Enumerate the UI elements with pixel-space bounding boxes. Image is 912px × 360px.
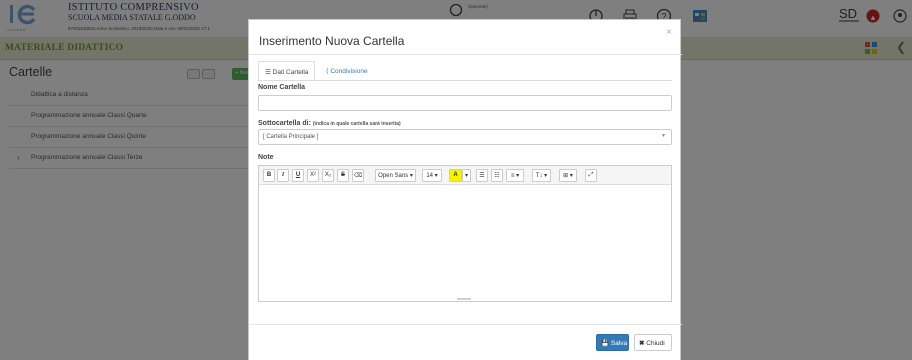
tabs-divider bbox=[258, 80, 672, 81]
editor-toolbar: B I U X² X₂ S ⌫ Open Sans ▾ 14 ▾ A ▾ ☰ ☷… bbox=[259, 166, 671, 185]
dialog-title: Inserimento Nuova Cartella bbox=[259, 34, 405, 48]
italic-button[interactable]: I bbox=[277, 169, 289, 182]
save-button[interactable]: 💾 Salva bbox=[596, 334, 629, 351]
paragraph-align-select[interactable]: ≡ ▾ bbox=[506, 169, 524, 182]
close-icon[interactable]: × bbox=[666, 27, 672, 38]
underline-button[interactable]: U bbox=[292, 169, 304, 182]
parent-hint: (indica in quale cartella sarà inserita) bbox=[312, 121, 401, 127]
tab-label: Condivisione bbox=[330, 68, 368, 75]
bold-button[interactable]: B bbox=[263, 169, 275, 182]
parent-folder-value: [ Cartella Principale ] bbox=[263, 134, 319, 140]
strikethrough-button[interactable]: S bbox=[337, 169, 349, 182]
tab-dati-cartella[interactable]: ☰ Dati Cartella bbox=[258, 61, 316, 81]
footer-divider bbox=[249, 324, 682, 325]
tab-label: Dati Cartella bbox=[272, 69, 309, 76]
text-color-button[interactable]: A bbox=[449, 169, 462, 182]
notes-label: Note bbox=[258, 154, 274, 161]
name-label: Nome Cartella bbox=[258, 84, 306, 91]
fullscreen-icon[interactable]: ⤢ bbox=[585, 169, 597, 182]
editor-resize-handle[interactable] bbox=[457, 298, 471, 300]
divider bbox=[249, 54, 682, 55]
parent-folder-select[interactable]: [ Cartella Principale ] ▼ bbox=[258, 129, 672, 145]
bullet-list-button[interactable]: ☰ bbox=[476, 169, 488, 182]
text-color-dropdown[interactable]: ▾ bbox=[462, 169, 471, 182]
notes-editor[interactable]: B I U X² X₂ S ⌫ Open Sans ▾ 14 ▾ A ▾ ☰ ☷… bbox=[258, 165, 672, 302]
font-size-select[interactable]: 14 ▾ bbox=[422, 169, 442, 182]
eraser-icon[interactable]: ⌫ bbox=[352, 169, 364, 182]
chevron-down-icon: ▼ bbox=[661, 133, 666, 139]
line-height-select[interactable]: T↕ ▾ bbox=[532, 169, 551, 182]
share-icon: ⟨ bbox=[326, 68, 329, 75]
tab-condivisione[interactable]: ⟨ Condivisione bbox=[320, 61, 374, 81]
close-x-icon: ✖ bbox=[639, 340, 645, 347]
close-button[interactable]: ✖ Chiudi bbox=[634, 334, 672, 351]
ordered-list-button[interactable]: ☷ bbox=[491, 169, 503, 182]
font-family-select[interactable]: Open Sans ▾ bbox=[375, 169, 416, 182]
save-icon: 💾 bbox=[601, 340, 610, 347]
folder-name-input[interactable] bbox=[258, 95, 672, 111]
superscript-button[interactable]: X² bbox=[307, 169, 319, 182]
list-icon: ☰ bbox=[265, 69, 271, 76]
table-select[interactable]: ⊞ ▾ bbox=[559, 169, 577, 182]
subscript-button[interactable]: X₂ bbox=[322, 169, 334, 182]
close-label: Chiudi bbox=[646, 340, 665, 347]
new-folder-dialog: Inserimento Nuova Cartella × ☰ Dati Cart… bbox=[248, 19, 682, 360]
parent-label-text: Sottocartella di: bbox=[258, 120, 311, 127]
save-label: Salva bbox=[610, 340, 628, 347]
parent-label: Sottocartella di: (indica in quale carte… bbox=[258, 120, 401, 127]
